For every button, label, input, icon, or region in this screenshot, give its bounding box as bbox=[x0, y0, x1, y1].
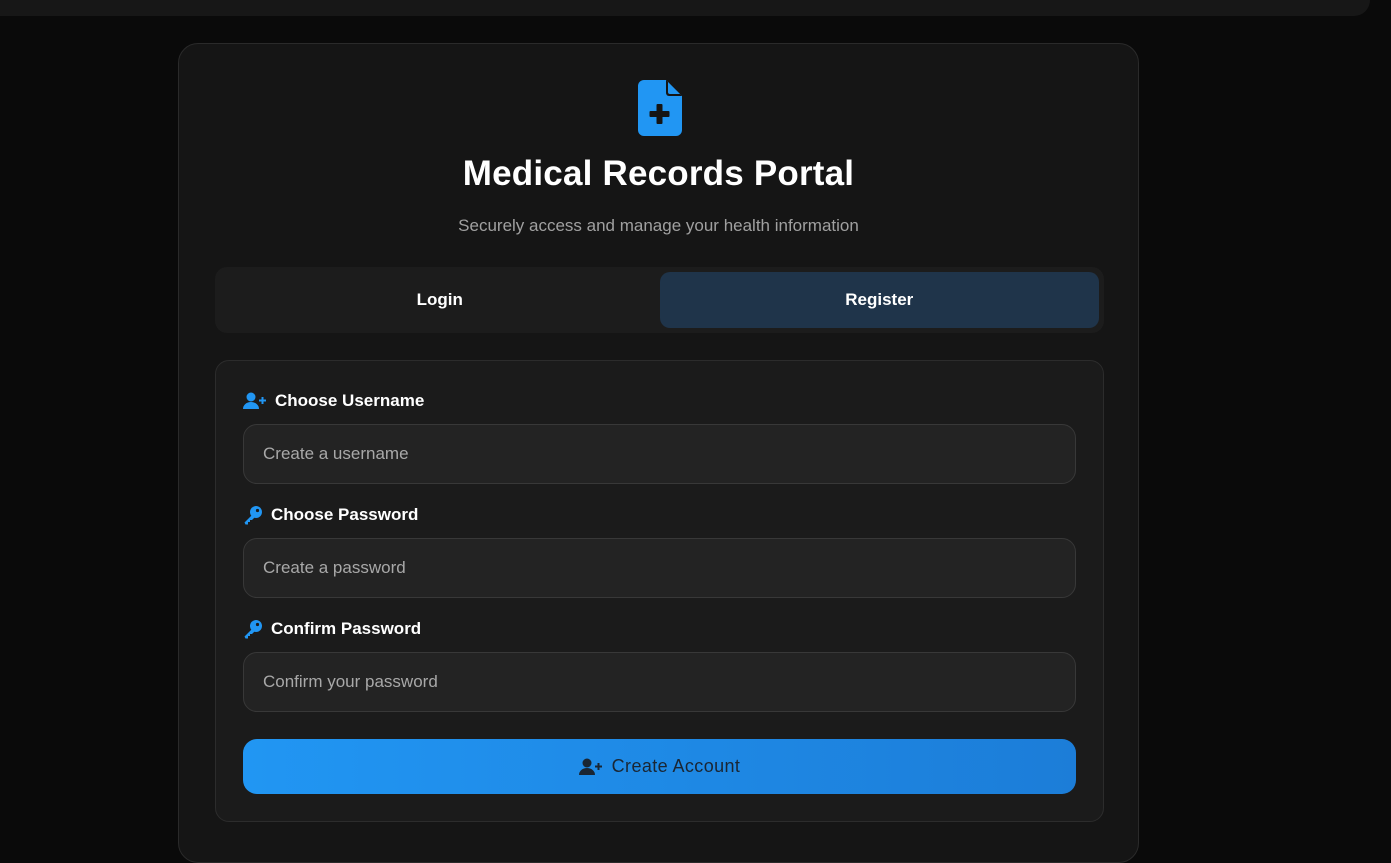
auth-tabs: Login Register bbox=[215, 267, 1104, 333]
page-subtitle: Securely access and manage your health i… bbox=[458, 216, 859, 235]
tab-login[interactable]: Login bbox=[220, 272, 660, 328]
confirm-label-row: Confirm Password bbox=[243, 619, 421, 639]
auth-card: Medical Records Portal Securely access a… bbox=[178, 43, 1139, 863]
username-label-row: Choose Username bbox=[243, 391, 424, 411]
key-icon bbox=[244, 620, 262, 639]
page-title: Medical Records Portal bbox=[462, 154, 855, 193]
create-account-label: Create Account bbox=[611, 756, 741, 776]
username-input[interactable] bbox=[243, 424, 1076, 484]
top-bar bbox=[0, 0, 1370, 16]
user-plus-icon bbox=[243, 392, 266, 409]
username-label: Choose Username bbox=[275, 391, 425, 410]
password-label: Choose Password bbox=[271, 505, 419, 524]
user-plus-icon bbox=[578, 758, 602, 775]
confirm-password-label: Confirm Password bbox=[271, 619, 422, 638]
password-input[interactable] bbox=[243, 538, 1076, 598]
file-medical-icon bbox=[638, 80, 682, 136]
password-label-row: Choose Password bbox=[243, 505, 418, 525]
confirm-password-input[interactable] bbox=[243, 652, 1076, 712]
key-icon bbox=[244, 506, 262, 525]
register-form: Choose Username Choose Password Confirm … bbox=[215, 360, 1104, 822]
tab-register[interactable]: Register bbox=[659, 272, 1099, 328]
create-account-button[interactable]: Create Account bbox=[243, 739, 1076, 794]
